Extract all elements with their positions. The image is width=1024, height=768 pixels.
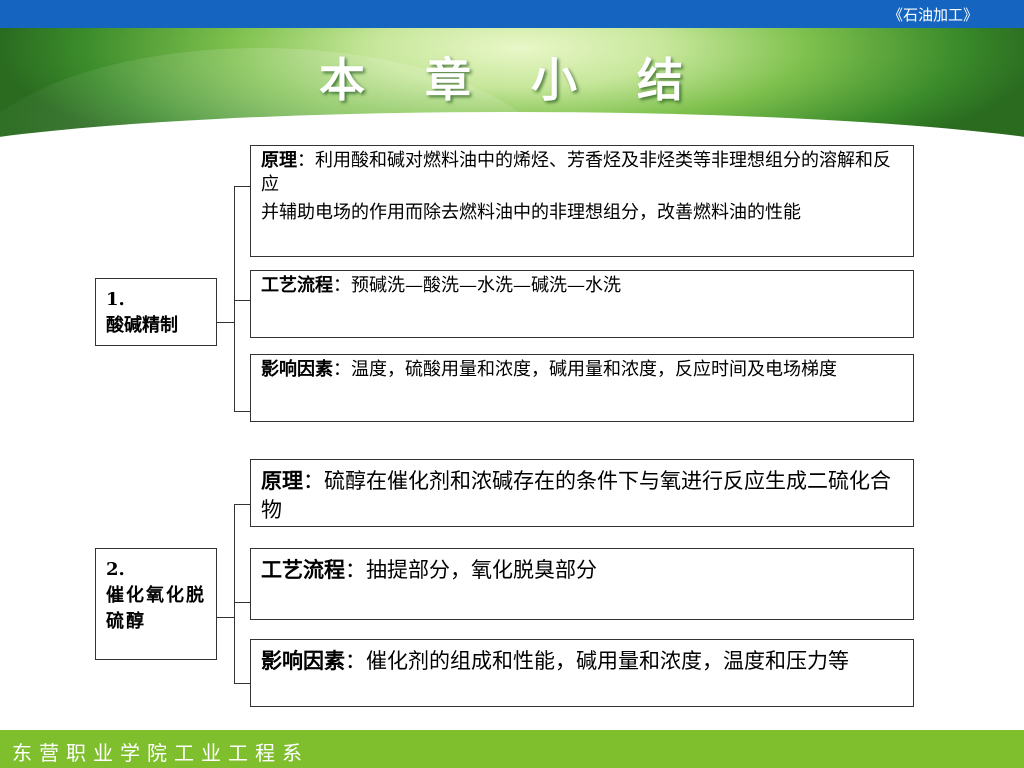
principle-text-2: 并辅助电场的作用而除去燃料油中的非理想组分，改善燃料油的性能 <box>261 202 801 223</box>
connector-1-branch-c <box>234 411 250 412</box>
top-bar: 《石油加工》 <box>0 0 1024 28</box>
section-2-number: 2. <box>106 559 125 580</box>
section-2-principle-box: 原理：硫醇在催化剂和浓碱存在的条件下与氧进行反应生成二硫化合物 <box>250 459 914 527</box>
course-title: 《石油加工》 <box>887 6 978 24</box>
factors-text: 温度，硫酸用量和浓度，碱用量和浓度，反应时间及电场梯度 <box>351 359 837 380</box>
connector-1-horizontal <box>217 322 234 323</box>
principle-key: 原理 <box>261 468 303 493</box>
connector-2-horizontal <box>217 617 234 618</box>
department-name: 东营职业学院工业工程系 <box>12 741 309 765</box>
section-1-process-box: 工艺流程：预碱洗—酸洗—水洗—碱洗—水洗 <box>250 270 914 338</box>
principle-text: 利用酸和碱对燃料油中的烯烃、芳香烃及非烃类等非理想组分的溶解和反应 <box>261 150 891 195</box>
slide-title: 本 章 小 结 <box>318 53 706 107</box>
connector-2-branch-a <box>234 504 250 505</box>
process-key: 工艺流程 <box>261 557 345 582</box>
section-2-label: 2. 催化氧化脱硫醇 <box>95 548 217 660</box>
connector-1-vertical <box>234 186 235 412</box>
section-2-process-box: 工艺流程：抽提部分，氧化脱臭部分 <box>250 548 914 620</box>
section-2-name: 催化氧化脱硫醇 <box>106 585 206 632</box>
factors-key: 影响因素 <box>261 648 345 673</box>
connector-2-vertical <box>234 504 235 684</box>
footer-bar: 东营职业学院工业工程系 <box>0 730 1024 768</box>
connector-2-branch-c <box>234 683 250 684</box>
factors-text: 催化剂的组成和性能，碱用量和浓度，温度和压力等 <box>366 649 849 673</box>
process-text: 预碱洗—酸洗—水洗—碱洗—水洗 <box>351 275 621 296</box>
process-key: 工艺流程 <box>261 275 333 296</box>
process-text: 抽提部分，氧化脱臭部分 <box>366 558 597 582</box>
section-1-label: 1. 酸碱精制 <box>95 278 217 346</box>
section-1-factors-box: 影响因素：温度，硫酸用量和浓度，碱用量和浓度，反应时间及电场梯度 <box>250 354 914 422</box>
factors-key: 影响因素 <box>261 359 333 380</box>
section-1-name: 酸碱精制 <box>106 315 178 336</box>
section-1-number: 1. <box>106 289 125 310</box>
connector-1-branch-b <box>234 300 250 301</box>
principle-key: 原理 <box>261 150 297 171</box>
principle-text: 硫醇在催化剂和浓碱存在的条件下与氧进行反应生成二硫化合物 <box>261 469 891 522</box>
section-2-factors-box: 影响因素：催化剂的组成和性能，碱用量和浓度，温度和压力等 <box>250 639 914 707</box>
section-1-principle-box: 原理：利用酸和碱对燃料油中的烯烃、芳香烃及非烃类等非理想组分的溶解和反应 并辅助… <box>250 145 914 257</box>
connector-1-branch-a <box>234 186 250 187</box>
connector-2-branch-b <box>234 602 250 603</box>
